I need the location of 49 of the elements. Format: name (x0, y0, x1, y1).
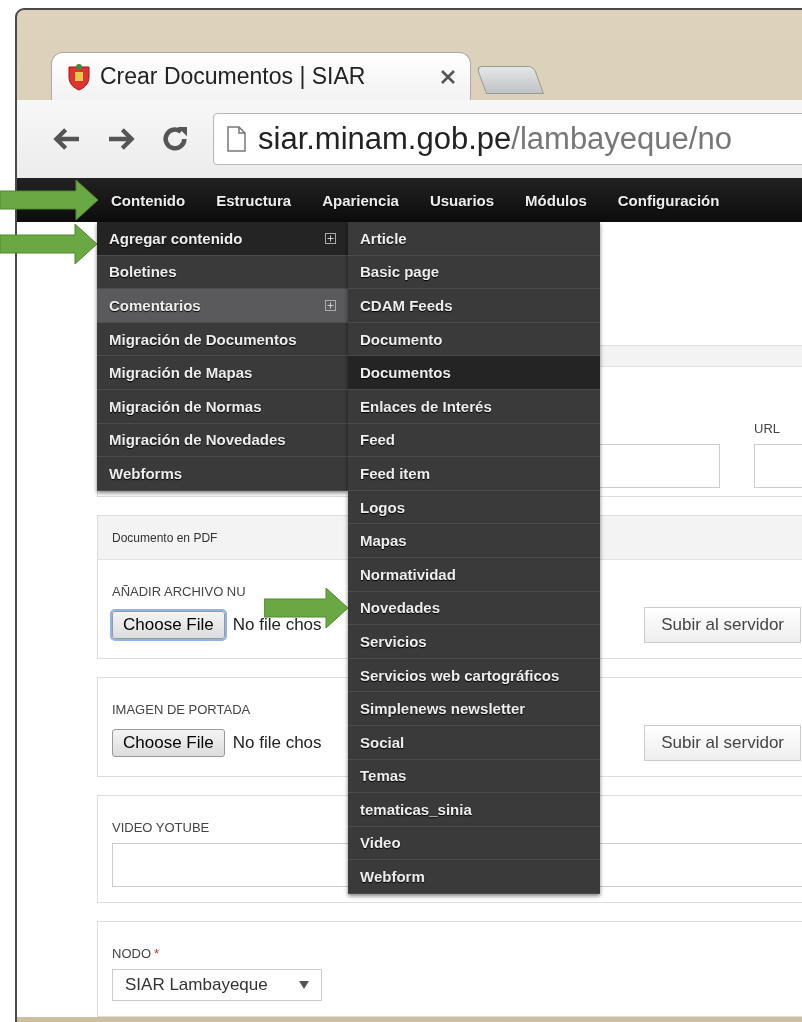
choose-file-button[interactable]: Choose File (112, 611, 225, 639)
admin-menu-item[interactable]: Módulos (525, 191, 587, 209)
field-label: IMAGEN DE PORTADA (112, 702, 251, 717)
panel-title: Documento en PDF (112, 530, 218, 545)
dropdown-item[interactable]: Social (348, 725, 600, 760)
url-text: siar.minam.gob.pe/lambayeque/no (258, 121, 732, 157)
admin-menu-item[interactable]: Estructura (216, 191, 292, 209)
dropdown-item[interactable]: Temas (348, 759, 600, 794)
dropdown-item[interactable]: Servicios web cartográficos (348, 658, 600, 693)
close-icon[interactable] (440, 68, 456, 85)
admin-menu-item[interactable]: Configuración (617, 191, 720, 209)
address-bar[interactable]: siar.minam.gob.pe/lambayeque/no (213, 113, 802, 165)
dropdown-item[interactable]: CDAM Feeds (348, 289, 600, 323)
admin-menu-item[interactable]: Apariencia (322, 191, 399, 209)
dropdown-item[interactable]: Novedades (348, 591, 600, 626)
dropdown-item[interactable]: Feed item (348, 457, 600, 491)
choose-file-button[interactable]: Choose File (112, 729, 225, 757)
upload-button[interactable]: Subir al servidor (644, 607, 801, 643)
page-icon (226, 126, 246, 152)
dropdown-item[interactable]: Comentarios (97, 289, 348, 323)
dropdown-item[interactable]: Article (348, 222, 600, 256)
dropdown-item[interactable]: Mapas (348, 524, 600, 558)
shield-icon (66, 62, 92, 91)
dropdown-item[interactable]: Webform (348, 860, 600, 894)
file-status: No file chos (232, 733, 322, 753)
dropdown-item[interactable]: Basic page (348, 255, 600, 290)
dropdown-item[interactable]: Logos (348, 490, 600, 525)
dropdown-item[interactable]: Servicios (348, 625, 600, 659)
upload-button[interactable]: Subir al servidor (644, 725, 801, 761)
field-label: VIDEO YOTUBE (112, 820, 210, 835)
field-label: URL (754, 421, 780, 436)
dropdown-caret-icon (299, 981, 309, 989)
expand-icon (325, 232, 336, 244)
dropdown-item[interactable]: Feed (348, 423, 600, 458)
browser-tab[interactable]: Crear Documentos | SIAR (51, 52, 471, 100)
dropdown-item[interactable]: Normatividad (348, 557, 600, 592)
dropdown-item[interactable]: Agregar contenido (97, 222, 348, 256)
field-label: NODO * (112, 946, 160, 961)
dropdown-item[interactable]: Documentos (348, 356, 600, 390)
field-label: AÑADIR ARCHIVO NU (112, 584, 246, 599)
file-status: No file chos (232, 615, 322, 635)
dropdown-item[interactable]: Video (348, 826, 600, 861)
dropdown-item[interactable]: Enlaces de Interés (348, 389, 600, 424)
node-select[interactable]: SIAR Lambayeque (112, 969, 322, 1001)
expand-icon (325, 300, 336, 311)
admin-menu-item[interactable]: Contenido (111, 191, 186, 209)
admin-menu-item[interactable]: Usuarios (429, 191, 495, 209)
dropdown-item[interactable]: Simplenews newsletter (348, 692, 600, 726)
dropdown-item[interactable]: tematicas_sinia (348, 793, 600, 827)
